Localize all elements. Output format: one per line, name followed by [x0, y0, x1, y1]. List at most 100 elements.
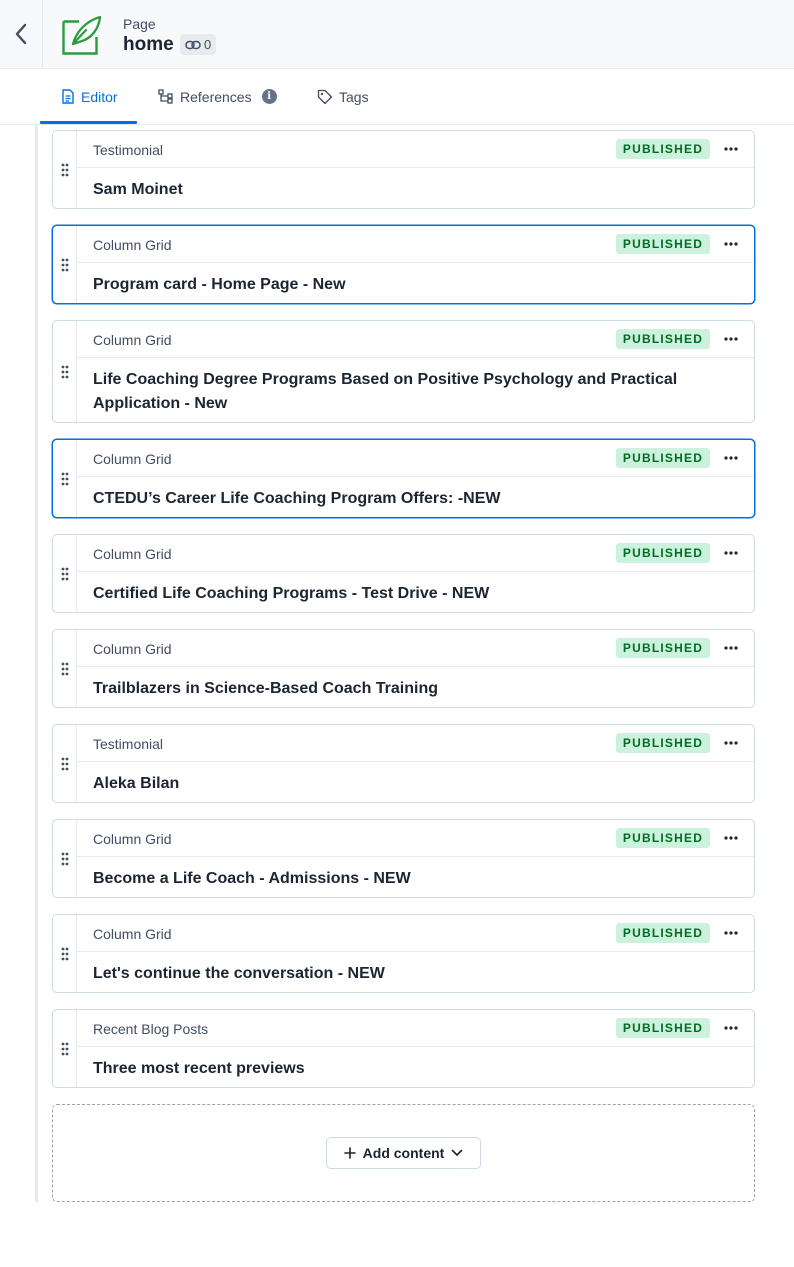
- tag-icon: [317, 89, 333, 104]
- card-divider: [77, 1046, 754, 1047]
- card-content-type: Column Grid: [93, 641, 172, 657]
- feather-page-icon: [62, 15, 102, 55]
- more-actions-button[interactable]: [719, 923, 743, 943]
- card-divider: [77, 951, 754, 952]
- link-icon: [185, 40, 201, 49]
- drag-handle-icon: [61, 472, 68, 485]
- card-title: Sam Moinet: [93, 181, 183, 198]
- card-title: Become a Life Coach - Admissions - NEW: [93, 870, 411, 887]
- more-horizontal-icon: [724, 741, 738, 745]
- drag-handle[interactable]: [53, 820, 77, 897]
- drag-handle[interactable]: [53, 1010, 77, 1087]
- more-horizontal-icon: [724, 337, 738, 341]
- back-button[interactable]: [0, 0, 43, 68]
- tab-references[interactable]: References i: [158, 69, 277, 124]
- status-badge: PUBLISHED: [616, 1018, 710, 1038]
- entry-header: Page home 0: [0, 0, 794, 69]
- reference-card[interactable]: Column Grid PUBLISHED Life Coaching Degr…: [52, 320, 755, 423]
- plus-icon: [343, 1147, 356, 1159]
- active-tab-indicator: [40, 121, 137, 124]
- entry-title: home: [123, 34, 174, 55]
- reference-card[interactable]: Testimonial PUBLISHED Sam Moinet: [52, 130, 755, 209]
- card-title: Three most recent previews: [93, 1060, 305, 1077]
- status-badge: PUBLISHED: [616, 329, 710, 349]
- drag-handle-icon: [61, 757, 68, 770]
- drag-handle-icon: [61, 947, 68, 960]
- chevron-down-icon: [452, 1149, 463, 1156]
- more-actions-button[interactable]: [719, 139, 743, 159]
- card-title: Trailblazers in Science-Based Coach Trai…: [93, 680, 439, 697]
- card-divider: [77, 476, 754, 477]
- drag-handle[interactable]: [53, 440, 77, 517]
- reference-card[interactable]: Column Grid PUBLISHED CTEDU’s Career Lif…: [52, 439, 755, 518]
- card-content-type: Column Grid: [93, 546, 172, 562]
- drag-handle[interactable]: [53, 321, 77, 422]
- more-actions-button[interactable]: [719, 828, 743, 848]
- card-content-type: Column Grid: [93, 332, 172, 348]
- reference-card[interactable]: Testimonial PUBLISHED Aleka Bilan: [52, 724, 755, 803]
- tab-editor[interactable]: Editor: [61, 69, 118, 124]
- tab-tags[interactable]: Tags: [317, 69, 369, 124]
- reference-card[interactable]: Column Grid PUBLISHED Become a Life Coac…: [52, 819, 755, 898]
- reference-card[interactable]: Column Grid PUBLISHED Certified Life Coa…: [52, 534, 755, 613]
- more-actions-button[interactable]: [719, 329, 743, 349]
- card-content-type: Column Grid: [93, 831, 172, 847]
- tab-editor-label: Editor: [81, 88, 118, 105]
- drag-handle-icon: [61, 258, 68, 271]
- status-badge: PUBLISHED: [616, 543, 710, 563]
- add-content-label: Add content: [362, 1145, 445, 1161]
- drag-handle-icon: [61, 662, 68, 675]
- drag-handle[interactable]: [53, 131, 77, 208]
- more-actions-button[interactable]: [719, 543, 743, 563]
- reference-card[interactable]: Column Grid PUBLISHED Let's continue the…: [52, 914, 755, 993]
- card-divider: [77, 761, 754, 762]
- drag-handle[interactable]: [53, 630, 77, 707]
- card-content-type: Column Grid: [93, 451, 172, 467]
- card-content-type: Column Grid: [93, 237, 172, 253]
- card-divider: [77, 571, 754, 572]
- drag-handle-icon: [61, 365, 68, 378]
- tab-tags-label: Tags: [339, 88, 369, 105]
- more-actions-button[interactable]: [719, 448, 743, 468]
- more-actions-button[interactable]: [719, 638, 743, 658]
- links-count: 0: [204, 37, 212, 52]
- links-badge[interactable]: 0: [180, 34, 217, 55]
- more-actions-button[interactable]: [719, 1018, 743, 1038]
- reference-rail: [35, 125, 38, 1202]
- reference-card[interactable]: Column Grid PUBLISHED Trailblazers in Sc…: [52, 629, 755, 708]
- more-horizontal-icon: [724, 646, 738, 650]
- card-divider: [77, 666, 754, 667]
- card-title: Program card - Home Page - New: [93, 276, 346, 293]
- card-title: Let's continue the conversation - NEW: [93, 965, 385, 982]
- add-content-dropzone: Add content: [52, 1104, 755, 1202]
- more-horizontal-icon: [724, 931, 738, 935]
- entry-type-label: Page: [123, 16, 156, 32]
- drag-handle-icon: [61, 567, 68, 580]
- card-content-type: Recent Blog Posts: [93, 1021, 209, 1037]
- drag-handle[interactable]: [53, 915, 77, 992]
- drag-handle[interactable]: [53, 226, 77, 303]
- card-divider: [77, 167, 754, 168]
- card-title: Life Coaching Degree Programs Based on P…: [93, 371, 678, 412]
- more-horizontal-icon: [724, 551, 738, 555]
- tab-references-label: References: [180, 88, 252, 105]
- status-badge: PUBLISHED: [616, 234, 710, 254]
- card-divider: [77, 856, 754, 857]
- add-content-button[interactable]: Add content: [326, 1137, 481, 1169]
- status-badge: PUBLISHED: [616, 828, 710, 848]
- card-content-type: Testimonial: [93, 142, 164, 158]
- reference-card[interactable]: Column Grid PUBLISHED Program card - Hom…: [52, 225, 755, 304]
- info-icon[interactable]: i: [261, 89, 277, 104]
- more-actions-button[interactable]: [719, 733, 743, 753]
- drag-handle-icon: [61, 852, 68, 865]
- card-title: Certified Life Coaching Programs - Test …: [93, 585, 490, 602]
- reference-card[interactable]: Recent Blog Posts PUBLISHED Three most r…: [52, 1009, 755, 1088]
- status-badge: PUBLISHED: [616, 733, 710, 753]
- more-horizontal-icon: [724, 242, 738, 246]
- card-divider: [77, 357, 754, 358]
- more-actions-button[interactable]: [719, 234, 743, 254]
- card-divider: [77, 262, 754, 263]
- status-badge: PUBLISHED: [616, 923, 710, 943]
- drag-handle[interactable]: [53, 535, 77, 612]
- drag-handle[interactable]: [53, 725, 77, 802]
